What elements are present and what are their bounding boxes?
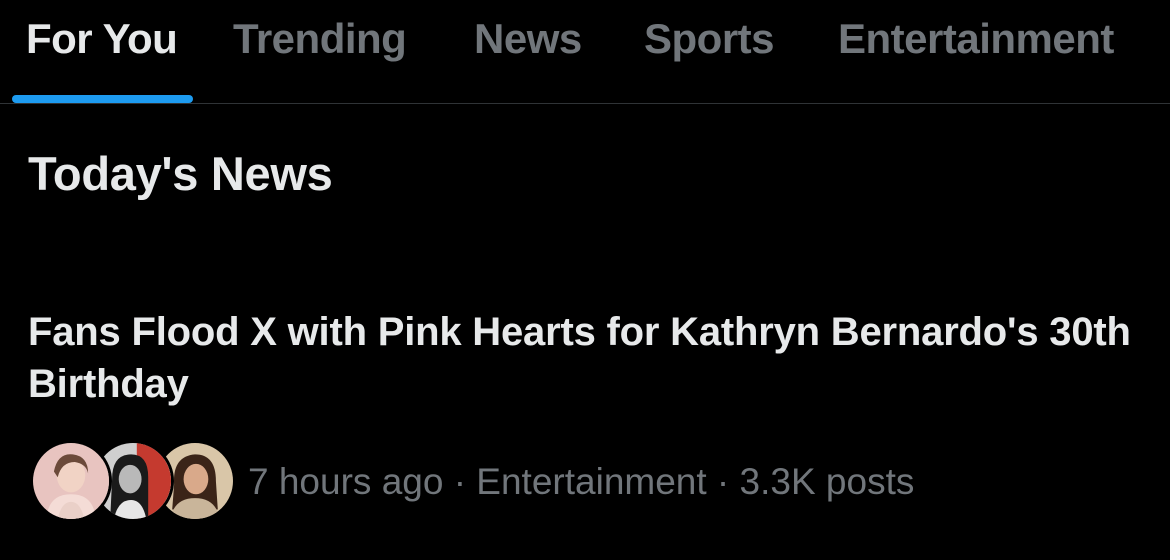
tab-sports[interactable]: Sports xyxy=(644,14,775,64)
tab-trending[interactable]: Trending xyxy=(233,14,407,64)
story-meta: 7 hours ago · Entertainment · 3.3K posts xyxy=(248,461,915,502)
tab-for-you[interactable]: For You xyxy=(26,14,178,64)
active-tab-indicator xyxy=(12,95,193,103)
section-title: Today's News xyxy=(28,147,333,200)
tab-news[interactable]: News xyxy=(474,14,582,64)
avatar xyxy=(30,440,112,522)
tab-entertainment[interactable]: Entertainment xyxy=(838,14,1114,64)
news-headline-link[interactable]: Fans Flood X with Pink Hearts for Kathry… xyxy=(28,306,1158,410)
top-tab-bar: For You Trending News Sports Entertainme… xyxy=(0,0,1170,104)
avatar-photo-1-icon xyxy=(33,443,109,519)
avatar-stack xyxy=(30,440,236,524)
